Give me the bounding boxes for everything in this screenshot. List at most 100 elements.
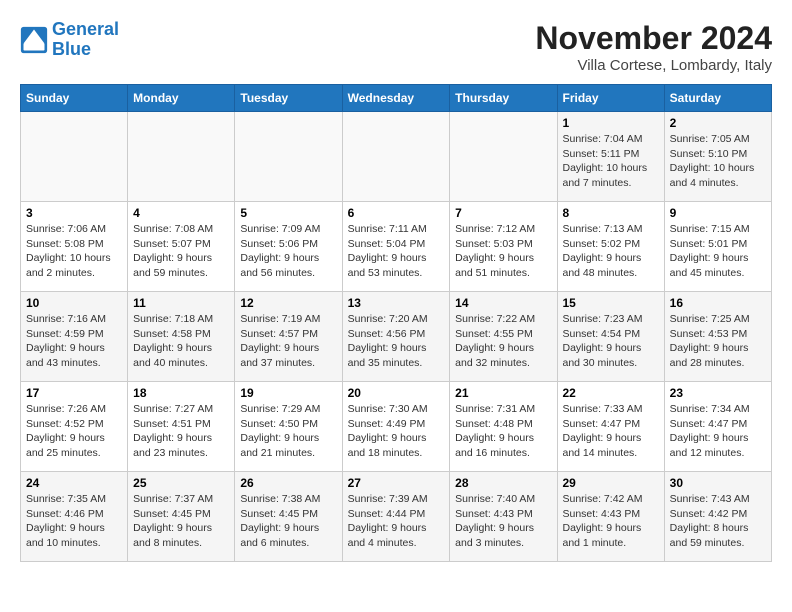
- day-number: 25: [133, 476, 229, 490]
- calendar-table: SundayMondayTuesdayWednesdayThursdayFrid…: [20, 84, 772, 562]
- day-info: Sunrise: 7:43 AM Sunset: 4:42 PM Dayligh…: [670, 492, 766, 551]
- calendar-cell: 18Sunrise: 7:27 AM Sunset: 4:51 PM Dayli…: [128, 382, 235, 472]
- calendar-week-2: 3Sunrise: 7:06 AM Sunset: 5:08 PM Daylig…: [21, 202, 772, 292]
- day-number: 22: [563, 386, 659, 400]
- page-header: General Blue November 2024 Villa Cortese…: [20, 20, 772, 74]
- calendar-week-1: 1 Sunrise: 7:04 AM Sunset: 5:11 PM Daylig…: [21, 112, 772, 202]
- day-number: 20: [348, 386, 445, 400]
- day-info: Sunrise: 7:40 AM Sunset: 4:43 PM Dayligh…: [455, 492, 551, 551]
- day-info: Sunrise: 7:30 AM Sunset: 4:49 PM Dayligh…: [348, 402, 445, 461]
- day-number: 13: [348, 296, 445, 310]
- day-info: Sunrise: 7:38 AM Sunset: 4:45 PM Dayligh…: [240, 492, 336, 551]
- day-info: Sunrise: 7:23 AM Sunset: 4:54 PM Dayligh…: [563, 312, 659, 371]
- day-info: Sunrise: 7:06 AM Sunset: 5:08 PM Dayligh…: [26, 222, 122, 281]
- calendar-week-4: 17 Sunrise: 7:26 AM Sunset: 4:52 PM Dayli…: [21, 382, 772, 472]
- day-info: Sunrise: 7:25 AM Sunset: 4:53 PM Dayligh…: [670, 312, 766, 371]
- day-number: 28: [455, 476, 551, 490]
- calendar-cell: 14 Sunrise: 7:22 AM Sunset: 4:55 PM Dayli…: [450, 292, 557, 382]
- calendar-cell: [342, 112, 450, 202]
- calendar-cell: [235, 112, 342, 202]
- day-info: Sunrise: 7:39 AM Sunset: 4:44 PM Dayligh…: [348, 492, 445, 551]
- day-info: Sunrise: 7:08 AM Sunset: 5:07 PM Dayligh…: [133, 222, 229, 281]
- day-number: 5: [240, 206, 336, 220]
- day-number: 16: [670, 296, 766, 310]
- weekday-header-tuesday: Tuesday: [235, 85, 342, 112]
- day-info: Sunrise: 7:16 AM Sunset: 4:59 PM Dayligh…: [26, 312, 122, 371]
- day-info: Sunrise: 7:31 AM Sunset: 4:48 PM Dayligh…: [455, 402, 551, 461]
- day-number: 4: [133, 206, 229, 220]
- day-number: 7: [455, 206, 551, 220]
- calendar-cell: 27 Sunrise: 7:39 AM Sunset: 4:44 PM Dayli…: [342, 472, 450, 562]
- calendar-cell: 8Sunrise: 7:13 AM Sunset: 5:02 PM Daylig…: [557, 202, 664, 292]
- weekday-header-friday: Friday: [557, 85, 664, 112]
- day-number: 27: [348, 476, 445, 490]
- day-number: 21: [455, 386, 551, 400]
- calendar-week-5: 24 Sunrise: 7:35 AM Sunset: 4:46 PM Dayli…: [21, 472, 772, 562]
- day-number: 10: [26, 296, 122, 310]
- calendar-header-row: SundayMondayTuesdayWednesdayThursdayFrid…: [21, 85, 772, 112]
- month-title: November 2024: [535, 20, 772, 57]
- day-number: 29: [563, 476, 659, 490]
- weekday-header-thursday: Thursday: [450, 85, 557, 112]
- calendar-cell: 20 Sunrise: 7:30 AM Sunset: 4:49 PM Dayli…: [342, 382, 450, 472]
- calendar-cell: 22 Sunrise: 7:33 AM Sunset: 4:47 PM Dayli…: [557, 382, 664, 472]
- calendar-cell: 16 Sunrise: 7:25 AM Sunset: 4:53 PM Dayli…: [664, 292, 771, 382]
- calendar-cell: 23Sunrise: 7:34 AM Sunset: 4:47 PM Dayli…: [664, 382, 771, 472]
- day-info: Sunrise: 7:35 AM Sunset: 4:46 PM Dayligh…: [26, 492, 122, 551]
- weekday-header-saturday: Saturday: [664, 85, 771, 112]
- location-title: Villa Cortese, Lombardy, Italy: [535, 57, 772, 74]
- logo-icon: [20, 26, 48, 54]
- day-number: 15: [563, 296, 659, 310]
- calendar-cell: 4 Sunrise: 7:08 AM Sunset: 5:07 PM Daylig…: [128, 202, 235, 292]
- day-number: 2: [670, 116, 766, 130]
- day-number: 1: [563, 116, 659, 130]
- day-number: 17: [26, 386, 122, 400]
- day-info: Sunrise: 7:22 AM Sunset: 4:55 PM Dayligh…: [455, 312, 551, 371]
- logo-blue: Blue: [52, 39, 91, 59]
- day-info: Sunrise: 7:18 AM Sunset: 4:58 PM Dayligh…: [133, 312, 229, 371]
- calendar-cell: [128, 112, 235, 202]
- day-info: Sunrise: 7:15 AM Sunset: 5:01 PM Dayligh…: [670, 222, 766, 281]
- calendar-cell: 30 Sunrise: 7:43 AM Sunset: 4:42 PM Dayli…: [664, 472, 771, 562]
- calendar-cell: 15 Sunrise: 7:23 AM Sunset: 4:54 PM Dayli…: [557, 292, 664, 382]
- day-number: 9: [670, 206, 766, 220]
- day-number: 30: [670, 476, 766, 490]
- day-info: Sunrise: 7:11 AM Sunset: 5:04 PM Dayligh…: [348, 222, 445, 281]
- day-number: 18: [133, 386, 229, 400]
- logo-general: General: [52, 19, 119, 39]
- day-info: Sunrise: 7:04 AM Sunset: 5:11 PM Dayligh…: [563, 132, 659, 191]
- calendar-cell: [450, 112, 557, 202]
- day-info: Sunrise: 7:29 AM Sunset: 4:50 PM Dayligh…: [240, 402, 336, 461]
- calendar-cell: 13 Sunrise: 7:20 AM Sunset: 4:56 PM Dayli…: [342, 292, 450, 382]
- calendar-cell: 6 Sunrise: 7:11 AM Sunset: 5:04 PM Daylig…: [342, 202, 450, 292]
- day-info: Sunrise: 7:37 AM Sunset: 4:45 PM Dayligh…: [133, 492, 229, 551]
- day-number: 14: [455, 296, 551, 310]
- day-number: 6: [348, 206, 445, 220]
- day-info: Sunrise: 7:33 AM Sunset: 4:47 PM Dayligh…: [563, 402, 659, 461]
- calendar-cell: 17 Sunrise: 7:26 AM Sunset: 4:52 PM Dayli…: [21, 382, 128, 472]
- calendar-cell: 25 Sunrise: 7:37 AM Sunset: 4:45 PM Dayli…: [128, 472, 235, 562]
- day-number: 12: [240, 296, 336, 310]
- day-info: Sunrise: 7:05 AM Sunset: 5:10 PM Dayligh…: [670, 132, 766, 191]
- day-number: 24: [26, 476, 122, 490]
- day-info: Sunrise: 7:26 AM Sunset: 4:52 PM Dayligh…: [26, 402, 122, 461]
- weekday-header-wednesday: Wednesday: [342, 85, 450, 112]
- calendar-week-3: 10 Sunrise: 7:16 AM Sunset: 4:59 PM Dayli…: [21, 292, 772, 382]
- calendar-cell: 7 Sunrise: 7:12 AM Sunset: 5:03 PM Daylig…: [450, 202, 557, 292]
- calendar-cell: 28 Sunrise: 7:40 AM Sunset: 4:43 PM Dayli…: [450, 472, 557, 562]
- calendar-cell: 24 Sunrise: 7:35 AM Sunset: 4:46 PM Dayli…: [21, 472, 128, 562]
- day-number: 26: [240, 476, 336, 490]
- calendar-cell: 2 Sunrise: 7:05 AM Sunset: 5:10 PM Daylig…: [664, 112, 771, 202]
- day-number: 8: [563, 206, 659, 220]
- calendar-cell: 19Sunrise: 7:29 AM Sunset: 4:50 PM Dayli…: [235, 382, 342, 472]
- day-info: Sunrise: 7:12 AM Sunset: 5:03 PM Dayligh…: [455, 222, 551, 281]
- day-info: Sunrise: 7:34 AM Sunset: 4:47 PM Dayligh…: [670, 402, 766, 461]
- weekday-header-sunday: Sunday: [21, 85, 128, 112]
- calendar-cell: 12 Sunrise: 7:19 AM Sunset: 4:57 PM Dayli…: [235, 292, 342, 382]
- day-info: Sunrise: 7:19 AM Sunset: 4:57 PM Dayligh…: [240, 312, 336, 371]
- day-info: Sunrise: 7:20 AM Sunset: 4:56 PM Dayligh…: [348, 312, 445, 371]
- calendar-cell: 29Sunrise: 7:42 AM Sunset: 4:43 PM Dayli…: [557, 472, 664, 562]
- calendar-cell: [21, 112, 128, 202]
- calendar-cell: 1 Sunrise: 7:04 AM Sunset: 5:11 PM Daylig…: [557, 112, 664, 202]
- weekday-header-monday: Monday: [128, 85, 235, 112]
